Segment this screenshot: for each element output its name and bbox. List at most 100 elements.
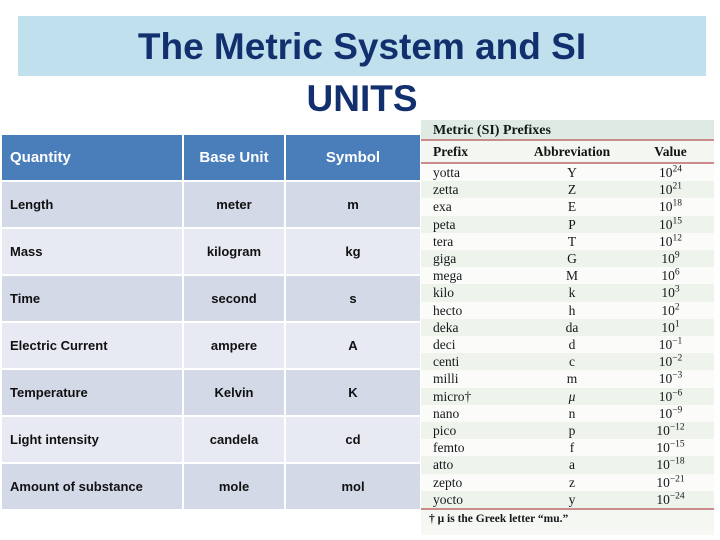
cell-symbol: mol: [286, 464, 420, 509]
cell-abbreviation: Z: [517, 181, 627, 199]
prefix-row: yocto y 10−24: [421, 490, 714, 509]
cell-prefix: micro†: [421, 387, 517, 405]
base-units-row: Length meter m: [2, 182, 420, 227]
column-header-symbol: Symbol: [286, 135, 420, 180]
prefix-row: deka da 101: [421, 318, 714, 337]
value-exponent: 18: [672, 198, 683, 209]
cell-prefix: milli: [421, 370, 517, 388]
cell-prefix: femto: [421, 439, 517, 457]
column-header-base-unit: Base Unit: [184, 135, 284, 180]
base-units-row: Electric Current ampere A: [2, 323, 420, 368]
value-exponent: 9: [674, 250, 680, 261]
value-base: 10: [658, 388, 673, 404]
cell-abbreviation: y: [517, 490, 627, 509]
value-base: 10: [659, 233, 673, 249]
cell-value: 10−9: [627, 404, 714, 423]
value-exponent: −21: [669, 474, 685, 485]
cell-base-unit: ampere: [184, 323, 284, 368]
value-exponent: 15: [672, 216, 683, 227]
value-base: 10: [656, 491, 670, 507]
cell-base-unit: Kelvin: [184, 370, 284, 415]
value-base: 10: [656, 440, 670, 456]
cell-abbreviation: m: [517, 370, 627, 388]
cell-value: 1015: [627, 215, 714, 233]
cell-abbreviation: μ: [517, 387, 627, 405]
prefix-row: atto a 10−18: [421, 456, 714, 474]
prefixes-footnote: † μ is the Greek letter “mu.”: [421, 508, 714, 527]
cell-prefix: nano: [421, 404, 517, 423]
metric-prefixes-panel: Metric (SI) Prefixes Prefix Abbreviation…: [421, 120, 714, 535]
cell-prefix: deci: [421, 336, 517, 354]
cell-value: 103: [627, 284, 714, 302]
cell-value: 10−3: [627, 370, 714, 388]
cell-symbol: kg: [286, 229, 420, 274]
cell-value: 109: [627, 250, 714, 268]
cell-prefix: deka: [421, 318, 517, 337]
cell-base-unit: candela: [184, 417, 284, 462]
value-exponent: −9: [672, 405, 683, 416]
cell-abbreviation: a: [517, 456, 627, 474]
cell-quantity: Temperature: [2, 370, 182, 415]
prefix-row: yotta Y 1024: [421, 163, 714, 182]
cell-abbreviation: p: [517, 422, 627, 440]
cell-quantity: Electric Current: [2, 323, 182, 368]
prefix-row: hecto h 102: [421, 301, 714, 319]
value-exponent: 2: [674, 302, 680, 313]
value-exponent: 3: [674, 284, 680, 295]
cell-prefix: kilo: [421, 284, 517, 302]
cell-value: 106: [627, 267, 714, 285]
cell-abbreviation: M: [517, 267, 627, 285]
value-base: 10: [659, 182, 673, 198]
cell-prefix: centi: [421, 353, 517, 371]
mu-symbol: μ: [568, 388, 576, 404]
value-base: 10: [658, 337, 673, 353]
value-exponent: −3: [672, 370, 683, 381]
prefix-row: nano n 10−9: [421, 404, 714, 423]
cell-prefix: yotta: [421, 163, 517, 182]
cell-prefix: atto: [421, 456, 517, 474]
value-exponent: 1: [674, 319, 680, 330]
prefix-row: giga G 109: [421, 250, 714, 268]
prefix-row: deci d 10−1: [421, 336, 714, 354]
value-exponent: −6: [672, 388, 683, 399]
prefix-row: mega M 106: [421, 267, 714, 285]
prefix-row: tera T 1012: [421, 232, 714, 251]
cell-prefix: tera: [421, 232, 517, 251]
cell-value: 1018: [627, 198, 714, 216]
cell-quantity: Mass: [2, 229, 182, 274]
cell-abbreviation: c: [517, 353, 627, 371]
value-base: 10: [659, 216, 673, 232]
cell-value: 10−6: [627, 387, 714, 405]
cell-symbol: A: [286, 323, 420, 368]
value-base: 10: [658, 405, 673, 421]
value-base: 10: [661, 268, 675, 284]
cell-prefix: mega: [421, 267, 517, 285]
cell-quantity: Length: [2, 182, 182, 227]
value-base: 10: [661, 285, 675, 301]
value-exponent: 6: [674, 267, 680, 278]
prefix-row: exa E 1018: [421, 198, 714, 216]
cell-abbreviation: f: [517, 439, 627, 457]
cell-value: 10−15: [627, 439, 714, 457]
cell-prefix: zepto: [421, 473, 517, 491]
column-header-quantity: Quantity: [2, 135, 182, 180]
cell-abbreviation: d: [517, 336, 627, 354]
cell-quantity: Amount of substance: [2, 464, 182, 509]
prefix-row: centi c 10−2: [421, 353, 714, 371]
cell-prefix: zetta: [421, 181, 517, 199]
cell-quantity: Time: [2, 276, 182, 321]
cell-prefix: giga: [421, 250, 517, 268]
base-units-row: Mass kilogram kg: [2, 229, 420, 274]
prefix-row: micro† μ 10−6: [421, 387, 714, 405]
prefix-row: kilo k 103: [421, 284, 714, 302]
cell-abbreviation: T: [517, 232, 627, 251]
cell-value: 101: [627, 318, 714, 337]
cell-abbreviation: Y: [517, 163, 627, 182]
column-header-abbreviation: Abbreviation: [517, 141, 627, 164]
metric-prefixes-table: Prefix Abbreviation Value yotta Y 1024 zett…: [421, 141, 714, 509]
cell-value: 1024: [627, 163, 714, 182]
cell-base-unit: second: [184, 276, 284, 321]
value-base: 10: [661, 251, 675, 267]
base-units-row: Temperature Kelvin K: [2, 370, 420, 415]
column-header-value: Value: [627, 141, 714, 164]
